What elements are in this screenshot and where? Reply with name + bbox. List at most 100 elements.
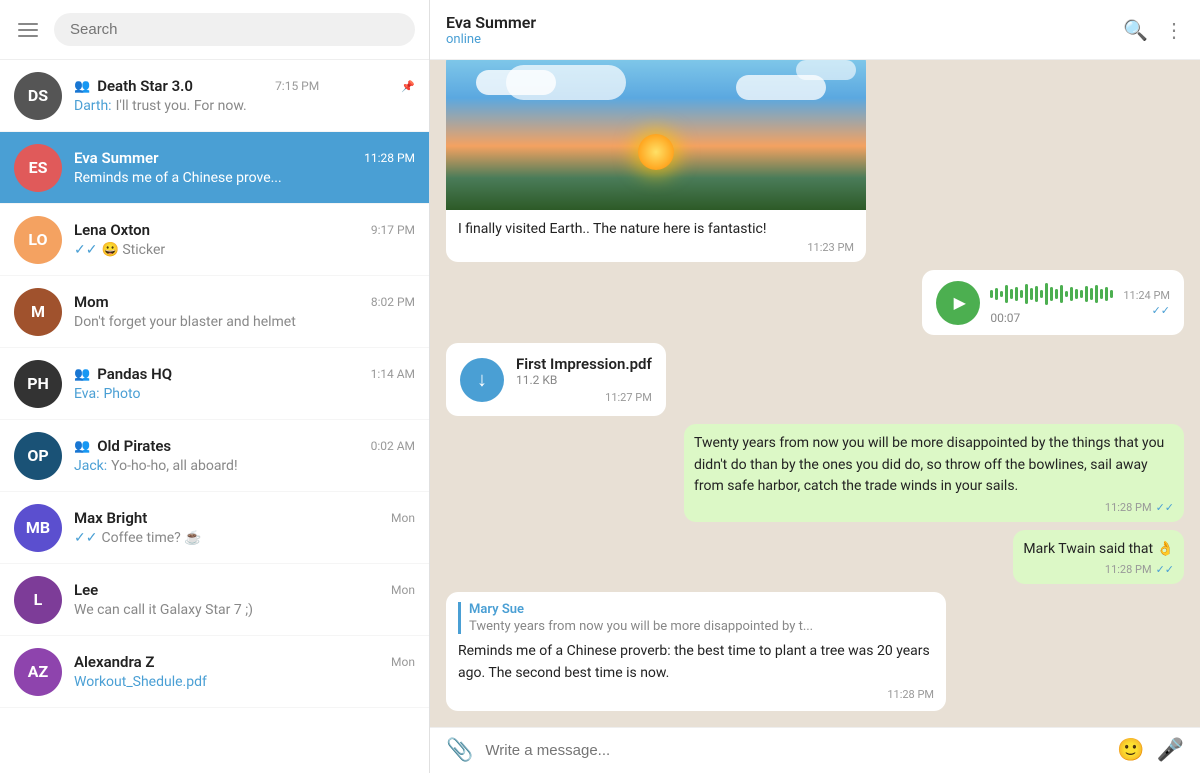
message-row: Mary Sue Twenty years from now you will b…	[446, 592, 1184, 710]
chat-item[interactable]: LO Lena Oxton 9:17 PM ✓✓😀 Sticker	[0, 204, 429, 276]
message-meta: 11:28 PM✓✓	[694, 501, 1174, 514]
message-row: ↓ First Impression.pdf11.2 KB 11:27 PM	[446, 343, 1184, 416]
chat-header-status: online	[446, 32, 1111, 47]
mic-icon[interactable]: 🎤	[1157, 738, 1184, 763]
message-text: Mark Twain said that 👌	[1023, 541, 1174, 557]
waveform: 00:07	[990, 280, 1113, 325]
chat-time: Mon	[391, 583, 415, 597]
chat-time: Mon	[391, 511, 415, 525]
chat-info: Lena Oxton 9:17 PM ✓✓😀 Sticker	[74, 221, 415, 258]
avatar: ES	[14, 144, 62, 192]
file-info: First Impression.pdf11.2 KB 11:27 PM	[516, 355, 652, 404]
chat-time: Mon	[391, 655, 415, 669]
chat-time: 8:02 PM	[371, 295, 415, 309]
chat-preview: ✓✓😀 Sticker	[74, 242, 415, 258]
chat-time: 9:17 PM	[371, 223, 415, 237]
message-time: 11:28 PM	[887, 688, 934, 701]
message-time: 11:23 PM	[807, 241, 854, 254]
chat-time: 7:15 PM	[275, 79, 319, 93]
chat-name: 👥Old Pirates	[74, 437, 171, 455]
message-ticks: ✓✓	[1152, 304, 1170, 317]
attach-icon[interactable]: 📎	[446, 738, 473, 763]
chat-info: Alexandra ZMonWorkout_Shedule.pdf	[74, 653, 415, 690]
avatar: L	[14, 576, 62, 624]
chat-info: 👥Old Pirates 0:02 AM Jack: Yo-ho-ho, all a…	[74, 437, 415, 474]
voice-message: 00:07 11:24 PM ✓✓	[922, 270, 1184, 335]
chat-item[interactable]: MBMax BrightMon✓✓Coffee time? ☕	[0, 492, 429, 564]
text-message: Twenty years from now you will be more d…	[684, 424, 1184, 522]
message-ticks: ✓✓	[1156, 563, 1174, 576]
search-input[interactable]	[54, 13, 415, 46]
search-icon[interactable]: 🔍	[1123, 18, 1148, 42]
message-row: I finally visited Earth.. The nature her…	[446, 60, 1184, 262]
chat-preview: Jack: Yo-ho-ho, all aboard!	[74, 458, 415, 474]
chat-item[interactable]: PH👥Pandas HQ1:14 AMEva: Photo	[0, 348, 429, 420]
message-input[interactable]	[485, 742, 1105, 759]
voice-duration: 00:07	[990, 311, 1113, 325]
play-button[interactable]	[936, 281, 980, 325]
message-meta: 11:28 PM ✓✓	[1023, 563, 1174, 576]
chat-info: 👥Pandas HQ 1:14 AM Eva: Photo	[74, 365, 415, 402]
chat-preview: ✓✓Coffee time? ☕	[74, 530, 415, 546]
chat-header-info: Eva Summer online	[446, 13, 1111, 47]
message-text: Twenty years from now you will be more d…	[694, 435, 1164, 494]
chat-header: Eva Summer online 🔍 ⋮	[430, 0, 1200, 60]
photo-image	[446, 60, 866, 210]
chat-info: LeeMonWe can call it Galaxy Star 7 ;)	[74, 581, 415, 618]
chat-header-actions: 🔍 ⋮	[1123, 18, 1184, 42]
reply-message: Mary Sue Twenty years from now you will b…	[446, 592, 946, 710]
photo-caption: I finally visited Earth.. The nature her…	[458, 221, 766, 237]
chat-area: Eva Summer online 🔍 ⋮ I finally visited …	[430, 0, 1200, 773]
chat-preview: Reminds me of a Chinese prove...	[74, 170, 415, 186]
message-time: 11:24 PM	[1123, 289, 1170, 302]
message-time: 11:28 PM	[1105, 563, 1152, 576]
chat-name: Lee	[74, 581, 98, 599]
menu-button[interactable]	[14, 19, 42, 41]
message-meta: 11:28 PM	[458, 688, 934, 701]
chat-item[interactable]: LLeeMonWe can call it Galaxy Star 7 ;)	[0, 564, 429, 636]
avatar: M	[14, 288, 62, 336]
avatar: DS	[14, 72, 62, 120]
chat-info: Max BrightMon✓✓Coffee time? ☕	[74, 509, 415, 546]
chat-name: 👥Pandas HQ	[74, 365, 172, 383]
chat-name: Lena Oxton	[74, 221, 150, 239]
sidebar-header	[0, 0, 429, 60]
chat-preview: Eva: Photo	[74, 386, 415, 402]
message-meta: 11:27 PM	[516, 391, 652, 404]
download-button[interactable]: ↓	[460, 358, 504, 402]
text-message: Mark Twain said that 👌 11:28 PM ✓✓	[1013, 530, 1184, 585]
quote-sender: Mary Sue	[469, 602, 934, 617]
message-row: 00:07 11:24 PM ✓✓	[446, 270, 1184, 335]
messages-area: I finally visited Earth.. The nature her…	[430, 60, 1200, 727]
file-size: 11.2 KB	[516, 373, 652, 387]
voice-meta: 11:24 PM ✓✓	[1123, 289, 1170, 317]
more-icon[interactable]: ⋮	[1164, 18, 1184, 42]
chat-item[interactable]: OP👥Old Pirates0:02 AMJack: Yo-ho-ho, all…	[0, 420, 429, 492]
file-name: First Impression.pdf	[516, 355, 652, 373]
chat-item[interactable]: MMom8:02 PMDon't forget your blaster and…	[0, 276, 429, 348]
chat-time: 11:28 PM	[364, 151, 415, 165]
chat-item[interactable]: ES Eva Summer11:28 PMReminds me of a Chin…	[0, 132, 429, 204]
chat-info: 👥Death Star 3.07:15 PM📌Darth: I'll trust…	[74, 77, 415, 114]
reply-quote: Mary Sue Twenty years from now you will b…	[458, 602, 934, 634]
chat-info: Eva Summer11:28 PMReminds me of a Chines…	[74, 149, 415, 186]
sidebar: DS👥Death Star 3.07:15 PM📌Darth: I'll tru…	[0, 0, 430, 773]
chat-time: 0:02 AM	[371, 439, 415, 453]
chat-name: Mom	[74, 293, 109, 311]
chat-header-name: Eva Summer	[446, 13, 1111, 32]
chat-name: Alexandra Z	[74, 653, 154, 671]
chat-item[interactable]: AZAlexandra ZMonWorkout_Shedule.pdf	[0, 636, 429, 708]
file-message: ↓ First Impression.pdf11.2 KB 11:27 PM	[446, 343, 666, 416]
quote-text: Twenty years from now you will be more d…	[469, 619, 934, 634]
chat-info: Mom8:02 PMDon't forget your blaster and …	[74, 293, 415, 330]
chat-time: 1:14 AM	[371, 367, 415, 381]
input-area: 📎 🙂 🎤	[430, 727, 1200, 773]
chat-name: 👥Death Star 3.0	[74, 77, 193, 95]
avatar: LO	[14, 216, 62, 264]
chat-item[interactable]: DS👥Death Star 3.07:15 PM📌Darth: I'll tru…	[0, 60, 429, 132]
avatar: AZ	[14, 648, 62, 696]
message-ticks: ✓✓	[1156, 501, 1174, 514]
message-meta: 11:23 PM	[458, 241, 854, 254]
emoji-icon[interactable]: 🙂	[1117, 738, 1144, 763]
photo-message: I finally visited Earth.. The nature her…	[446, 60, 866, 262]
